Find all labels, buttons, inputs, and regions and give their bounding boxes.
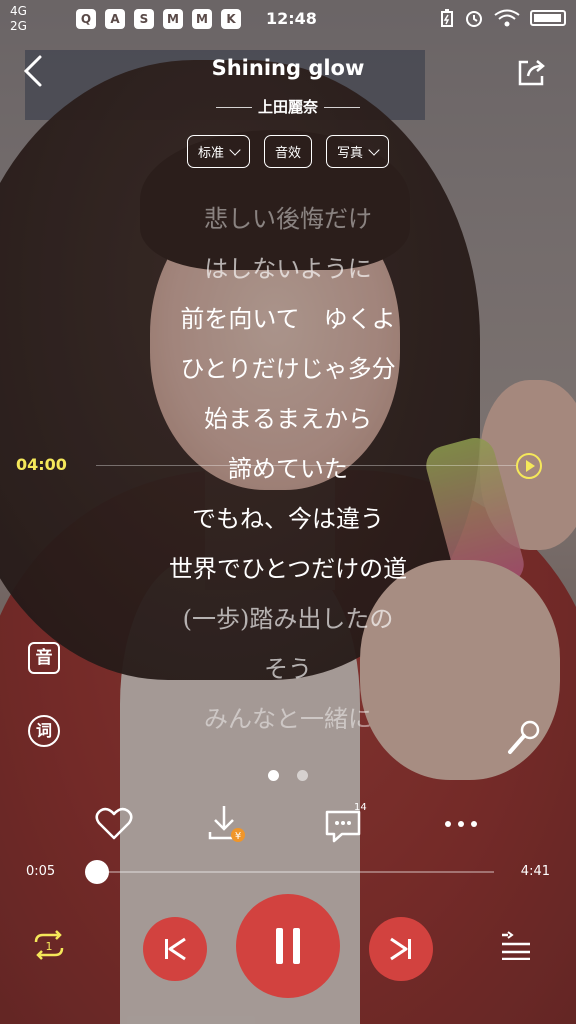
lyric-line: 世界でひとつだけの道	[168, 555, 408, 583]
pause-button[interactable]	[236, 894, 340, 998]
lyric-line: 始まるまえから	[204, 405, 372, 433]
progress-knob[interactable]	[85, 860, 110, 884]
lyric-line: 悲しい後悔だけ	[204, 205, 372, 233]
heart-icon[interactable]	[92, 802, 136, 846]
mode-pills: 标准 音效 写真	[0, 135, 576, 168]
next-icon	[390, 937, 411, 961]
network-2: 2G	[10, 19, 27, 33]
lyric-search-icon[interactable]: 词	[28, 715, 60, 747]
playback-controls: 1	[0, 890, 576, 1000]
artist-right-divider	[324, 107, 360, 108]
song-title: Shining glow	[211, 56, 365, 80]
k-app-icon: K	[221, 9, 241, 29]
pause-icon-right	[293, 928, 300, 964]
page-dot	[297, 770, 308, 781]
action-row: ¥ 14	[0, 802, 576, 846]
sound-quality-icon[interactable]: 音	[28, 642, 60, 674]
sound-effect-button[interactable]: 音效	[263, 135, 312, 168]
music-icon: M	[163, 9, 183, 29]
total-time: 4:41	[520, 864, 550, 879]
chevron-down-icon	[229, 143, 241, 156]
previous-icon	[165, 937, 186, 961]
repeat-one-icon[interactable]: 1	[30, 928, 68, 962]
current-time: 0:05	[26, 864, 56, 879]
android-icon: A	[105, 9, 125, 29]
battery-saver-icon	[441, 9, 453, 27]
previous-button[interactable]	[143, 917, 207, 981]
app-icon: S	[134, 9, 154, 29]
lyric-seek-time: 04:00	[16, 455, 67, 474]
seek-play-icon[interactable]	[516, 453, 542, 479]
lyric-line: でもね、今は違う	[192, 505, 384, 533]
lyric-line: はしないように	[204, 255, 372, 283]
chevron-down-icon	[368, 143, 380, 156]
lyric-seek-line	[96, 465, 516, 466]
share-icon[interactable]	[516, 56, 548, 88]
progress-row: 0:05 4:41	[0, 858, 576, 886]
quality-dropdown[interactable]: 标准	[186, 135, 250, 168]
status-bar: 4G 2G Q A S M M K 12:48	[0, 0, 576, 38]
more-icon[interactable]	[440, 802, 484, 846]
notification-icons: Q A S M M K	[76, 9, 241, 29]
lyric-line-current: 諦めていた	[228, 455, 348, 483]
alarm-icon	[466, 11, 482, 27]
lyric-line: みんなと一緒に	[204, 705, 372, 733]
lyrics-panel[interactable]: 悲しい後悔だけ はしないように 前を向いて ゆくよ ひとりだけじゃ多分 始まるま…	[0, 194, 576, 744]
svg-text:1: 1	[46, 940, 53, 953]
lyric-line: ひとりだけじゃ多分	[180, 355, 396, 383]
battery-icon	[530, 10, 566, 26]
lyric-line: (一歩)踏み出したの	[182, 605, 394, 633]
playlist-icon[interactable]	[500, 930, 532, 960]
artist-label: 上田麗奈	[257, 98, 318, 116]
comment-count-badge: 14	[354, 802, 367, 813]
qq-icon: Q	[76, 9, 96, 29]
microphone-icon[interactable]	[504, 718, 544, 758]
clock: 12:48	[266, 9, 317, 28]
page-dot-active	[268, 770, 279, 781]
pause-icon-left	[276, 928, 283, 964]
network-indicator: 4G 2G	[10, 4, 27, 34]
lyric-line: 前を向いて ゆくよ	[180, 305, 396, 333]
page-indicator	[0, 770, 576, 781]
photo-label: 写真	[337, 146, 364, 161]
sound-effect-label: 音效	[274, 146, 301, 161]
artist-left-divider	[215, 107, 252, 108]
music-icon-2: M	[192, 9, 212, 29]
quality-label: 标准	[197, 146, 224, 161]
artist-name: 上田麗奈	[0, 96, 576, 117]
system-icons	[440, 8, 566, 28]
photo-dropdown[interactable]: 写真	[326, 135, 390, 168]
download-icon[interactable]: ¥	[204, 802, 248, 846]
svg-text:¥: ¥	[235, 831, 241, 842]
lyric-line: そう	[264, 655, 312, 683]
next-button[interactable]	[369, 917, 433, 981]
network-1: 4G	[10, 4, 27, 18]
wifi-icon	[494, 9, 520, 27]
progress-track[interactable]	[90, 871, 494, 873]
